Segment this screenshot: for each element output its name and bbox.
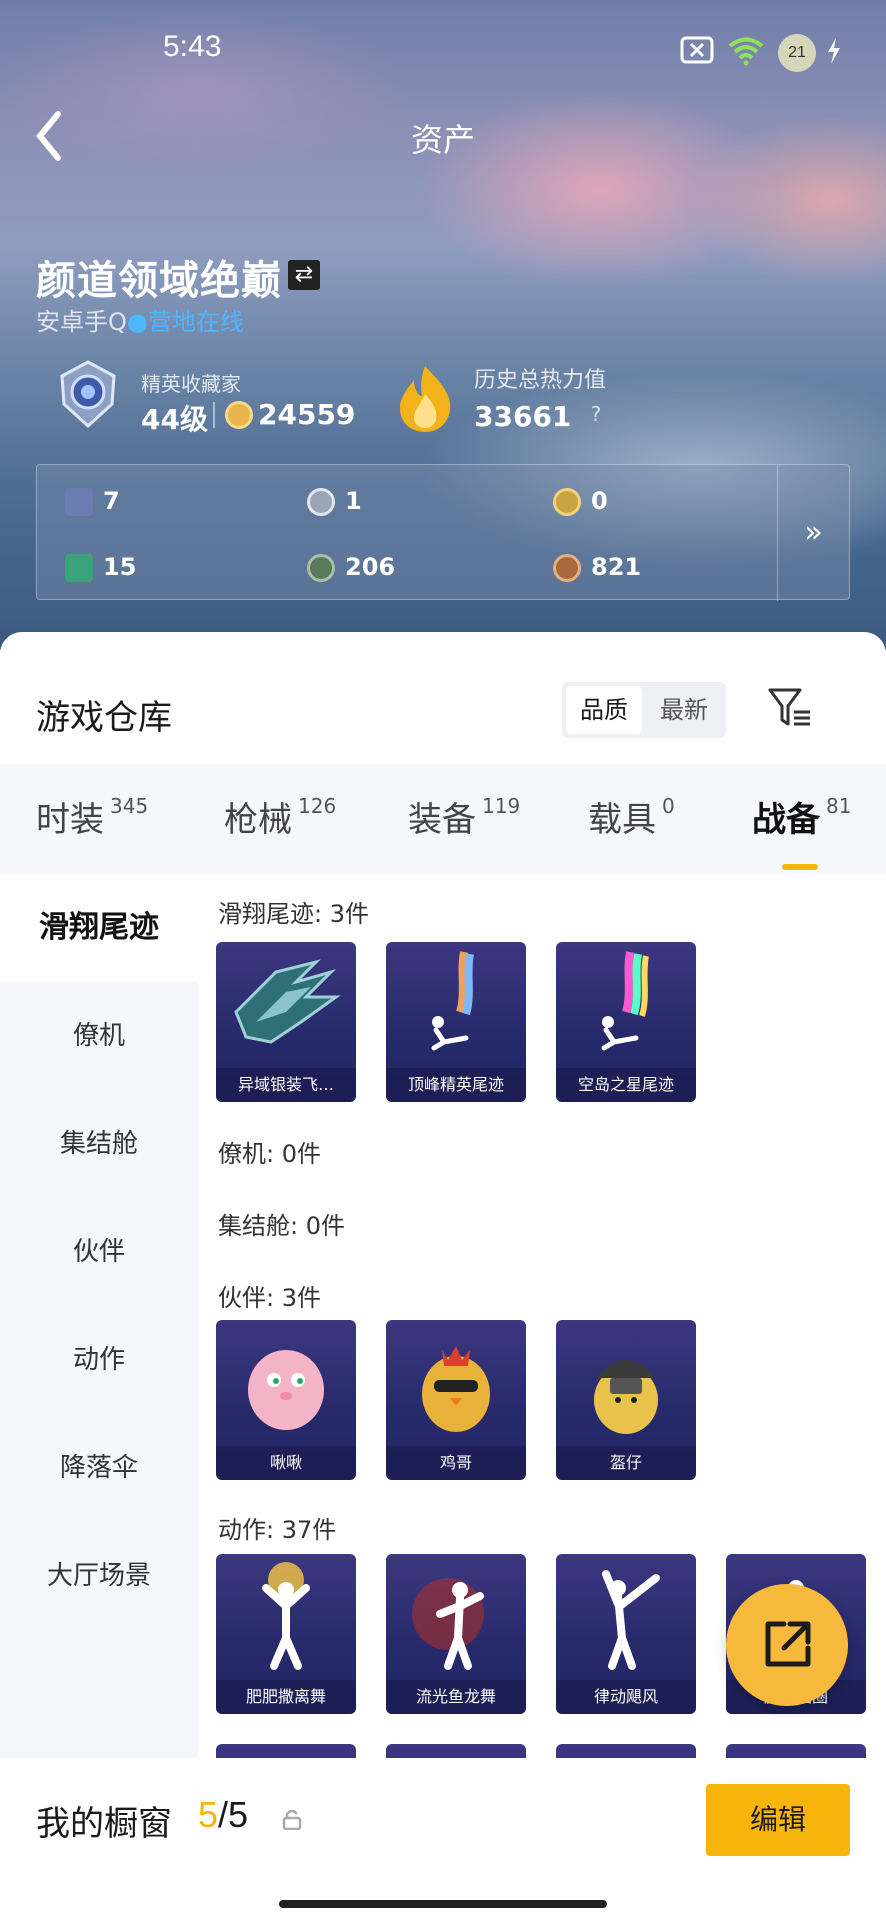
item-name: 啾啾 xyxy=(216,1446,356,1480)
gold-token-icon xyxy=(553,488,581,516)
resource-card: 7 xyxy=(65,487,120,516)
charging-icon xyxy=(828,38,840,64)
glide-trail-icon xyxy=(431,951,474,1051)
section-title-pod: 集结舱: 0件 xyxy=(218,1212,345,1240)
item-name: 异域银装飞… xyxy=(216,1068,356,1102)
sim-off-icon xyxy=(680,36,714,64)
section-title-wingman: 僚机: 0件 xyxy=(218,1140,321,1168)
resource-silver-token: 1 xyxy=(307,487,362,516)
dance-figure-icon xyxy=(602,1570,660,1670)
coin-icon xyxy=(225,401,253,429)
filter-icon[interactable] xyxy=(766,684,814,732)
item-tile[interactable]: 鸡哥 xyxy=(386,1320,526,1480)
item-tile[interactable]: 空岛之星尾迹 xyxy=(556,942,696,1102)
item-name: 流光鱼龙舞 xyxy=(386,1680,526,1714)
pink-bird-icon xyxy=(248,1350,324,1430)
section-title-glide: 滑翔尾迹: 3件 xyxy=(218,900,369,928)
sidebar-item-lobby-scene[interactable]: 大厅场景 xyxy=(0,1522,198,1630)
item-name: 肥肥撒离舞 xyxy=(216,1680,356,1714)
item-tile[interactable]: 律动飓风 xyxy=(556,1554,696,1714)
tab-vehicles[interactable]: 载具 0 xyxy=(588,792,675,841)
green-card-icon xyxy=(65,554,93,582)
glide-trail-icon xyxy=(601,951,649,1051)
help-icon[interactable]: ? xyxy=(582,400,610,428)
rank-label: 精英收藏家 xyxy=(141,372,241,396)
item-tile[interactable]: 肥肥撒离舞 xyxy=(216,1554,356,1714)
lock-icon xyxy=(282,1809,302,1830)
online-status: 营地在线 xyxy=(147,308,244,336)
player-platform: 安卓手Q●营地在线 xyxy=(36,302,244,337)
section-title-emote: 动作: 37件 xyxy=(218,1516,337,1544)
item-name: 顶峰精英尾迹 xyxy=(386,1068,526,1102)
swap-account-icon[interactable]: ⇄ xyxy=(288,260,320,290)
online-dot: ● xyxy=(126,308,148,336)
coin-value: 24559 xyxy=(258,398,356,431)
sort-quality-button[interactable]: 品质 xyxy=(566,686,642,734)
sort-newest-button[interactable]: 最新 xyxy=(646,686,722,734)
item-tile[interactable]: 啾啾 xyxy=(216,1320,356,1480)
glider-wing-icon xyxy=(234,959,341,1044)
tab-fashion[interactable]: 时装 345 xyxy=(36,792,148,841)
heat-label: 历史总热力值 xyxy=(474,368,607,393)
showcase-label: 我的橱窗 xyxy=(36,1804,172,1844)
dance-figure-icon xyxy=(412,1578,484,1670)
rank-emblem-icon xyxy=(60,360,116,429)
warehouse-title: 游戏仓库 xyxy=(36,698,172,738)
item-name: 空岛之星尾迹 xyxy=(556,1068,696,1102)
item-tile[interactable]: 盔仔 xyxy=(556,1320,696,1480)
item-name: 鸡哥 xyxy=(386,1446,526,1480)
tab-weapons[interactable]: 枪械 126 xyxy=(224,792,336,841)
share-button[interactable] xyxy=(726,1584,848,1706)
item-tile[interactable]: 异域银装飞… xyxy=(216,942,356,1102)
chicken-icon xyxy=(422,1346,490,1432)
resource-green-card: 15 xyxy=(65,553,136,582)
page-title: 资产 xyxy=(410,121,475,159)
status-bar: 5:43 21 xyxy=(0,0,886,100)
tab-equipment[interactable]: 装备 119 xyxy=(408,792,520,841)
battery-level: 21 xyxy=(778,34,816,72)
divider xyxy=(213,402,215,428)
sidebar-item-glide-trail[interactable]: 滑翔尾迹 xyxy=(0,874,198,982)
silver-token-icon xyxy=(307,488,335,516)
showcase-bar: 我的橱窗 5/5 编辑 xyxy=(0,1758,886,1920)
sort-toggle: 品质 最新 xyxy=(562,682,726,738)
active-tab-indicator xyxy=(782,864,818,870)
item-tile[interactable]: 顶峰精英尾迹 xyxy=(386,942,526,1102)
wifi-icon xyxy=(728,37,764,66)
item-tile[interactable]: 流光鱼龙舞 xyxy=(386,1554,526,1714)
bronze-token-icon xyxy=(553,554,581,582)
external-link-icon xyxy=(765,1621,811,1667)
player-level: 44级 xyxy=(141,403,208,436)
sidebar-item-parachute[interactable]: 降落伞 xyxy=(0,1414,198,1522)
dance-figure-icon xyxy=(262,1562,310,1670)
sidebar-item-pod[interactable]: 集结舱 xyxy=(0,1090,198,1198)
double-chevron-right-icon: » xyxy=(804,515,823,550)
card-icon xyxy=(65,488,93,516)
helmet-chick-icon xyxy=(594,1360,658,1434)
flame-icon xyxy=(399,366,451,432)
heat-value: 33661 xyxy=(474,400,572,433)
resource-bronze-token: 821 xyxy=(553,553,641,582)
green-orb-icon xyxy=(307,554,335,582)
warehouse-card: 游戏仓库 品质 最新 时装 345 枪械 126 装备 119 载具 0 战备 81 滑翔… xyxy=(0,632,886,1920)
sidebar-item-partner[interactable]: 伙伴 xyxy=(0,1198,198,1306)
resources-more-button[interactable]: » xyxy=(777,465,849,601)
resource-gold-token: 0 xyxy=(553,487,608,516)
tab-combat-gear[interactable]: 战备 81 xyxy=(752,792,851,841)
showcase-count: 5/5 xyxy=(198,1794,249,1835)
player-name: 颜道领域绝巅 xyxy=(36,258,282,304)
item-name: 盔仔 xyxy=(556,1446,696,1480)
edit-button[interactable]: 编辑 xyxy=(706,1784,850,1856)
resources-panel[interactable]: 7 1 0 15 206 821 » xyxy=(36,464,850,601)
sidebar-item-emote[interactable]: 动作 xyxy=(0,1306,198,1414)
platform-text: 安卓手Q xyxy=(36,308,127,336)
status-time: 5:43 xyxy=(163,30,222,63)
resource-green-orb: 206 xyxy=(307,553,395,582)
section-title-partner: 伙伴: 3件 xyxy=(218,1284,321,1312)
item-name: 律动飓风 xyxy=(556,1680,696,1714)
home-indicator[interactable] xyxy=(279,1900,607,1908)
sidebar-item-wingman[interactable]: 僚机 xyxy=(0,982,198,1090)
category-tabs: 时装 345 枪械 126 装备 119 载具 0 战备 81 xyxy=(0,764,886,874)
